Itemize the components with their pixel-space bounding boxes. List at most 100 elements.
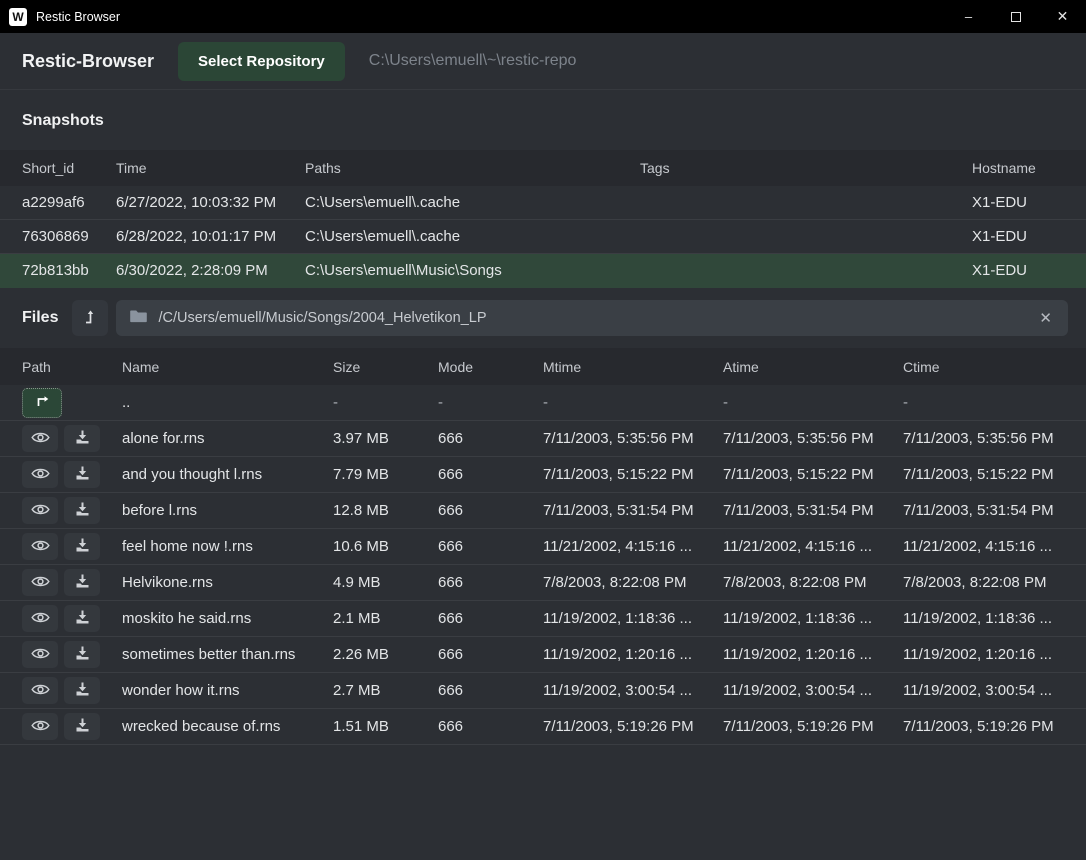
minimize-button[interactable]: –	[945, 0, 992, 33]
snapshots-table-body: a2299af6 6/27/2022, 10:03:32 PM C:\Users…	[0, 186, 1086, 288]
view-file-button[interactable]	[22, 605, 58, 632]
file-row[interactable]: moskito he said.rns 2.1 MB 666 11/19/200…	[0, 601, 1086, 637]
view-file-button[interactable]	[22, 569, 58, 596]
column-header-hostname: Hostname	[972, 160, 1070, 176]
download-icon	[75, 646, 90, 664]
eye-icon	[31, 719, 50, 735]
column-header-paths: Paths	[305, 160, 640, 176]
file-mtime: 11/21/2002, 4:15:16 ...	[543, 538, 723, 555]
column-header-name: Name	[122, 359, 333, 375]
file-mtime: 7/11/2003, 5:31:54 PM	[543, 502, 723, 519]
view-file-button[interactable]	[22, 533, 58, 560]
file-size: 10.6 MB	[333, 538, 438, 555]
file-size: -	[333, 394, 438, 411]
snapshots-table-header: Short_id Time Paths Tags Hostname	[0, 150, 1086, 186]
file-atime: 7/8/2003, 8:22:08 PM	[723, 574, 903, 591]
minimize-icon: –	[965, 9, 972, 24]
file-mtime: 7/11/2003, 5:35:56 PM	[543, 430, 723, 447]
download-file-button[interactable]	[64, 569, 100, 596]
eye-icon	[31, 683, 50, 699]
parent-directory-row[interactable]: .. - - - - -	[0, 385, 1086, 421]
go-to-parent-button[interactable]	[22, 388, 62, 418]
download-file-button[interactable]	[64, 497, 100, 524]
file-name: ..	[122, 394, 333, 411]
column-header-size: Size	[333, 359, 438, 375]
file-atime: 11/21/2002, 4:15:16 ...	[723, 538, 903, 555]
download-file-button[interactable]	[64, 713, 100, 740]
download-icon	[75, 538, 90, 556]
file-row[interactable]: alone for.rns 3.97 MB 666 7/11/2003, 5:3…	[0, 421, 1086, 457]
download-file-button[interactable]	[64, 461, 100, 488]
app-logo-icon: W	[9, 8, 27, 26]
folder-icon	[130, 309, 147, 328]
file-mode: 666	[438, 682, 543, 699]
eye-icon	[31, 647, 50, 663]
download-icon	[75, 610, 90, 628]
snapshot-row[interactable]: a2299af6 6/27/2022, 10:03:32 PM C:\Users…	[0, 186, 1086, 220]
files-table-header: Path Name Size Mode Mtime Atime Ctime	[0, 348, 1086, 385]
file-ctime: 7/11/2003, 5:35:56 PM	[903, 430, 1076, 447]
file-row[interactable]: wonder how it.rns 2.7 MB 666 11/19/2002,…	[0, 673, 1086, 709]
file-mode: 666	[438, 574, 543, 591]
download-file-button[interactable]	[64, 533, 100, 560]
download-icon	[75, 574, 90, 592]
file-name: wrecked because of.rns	[122, 718, 333, 735]
maximize-button[interactable]	[992, 0, 1039, 33]
view-file-button[interactable]	[22, 497, 58, 524]
select-repository-button[interactable]: Select Repository	[178, 42, 345, 81]
download-file-button[interactable]	[64, 425, 100, 452]
snapshot-paths: C:\Users\emuell\Music\Songs	[305, 262, 640, 279]
file-atime: 7/11/2003, 5:31:54 PM	[723, 502, 903, 519]
snapshot-time: 6/30/2022, 2:28:09 PM	[116, 262, 305, 279]
clear-path-button[interactable]: ✕	[1037, 309, 1054, 327]
eye-icon	[31, 611, 50, 627]
download-icon	[75, 466, 90, 484]
open-path-button[interactable]	[72, 300, 108, 336]
window-title: Restic Browser	[36, 10, 120, 24]
download-file-button[interactable]	[64, 677, 100, 704]
file-path-field[interactable]: ✕	[116, 300, 1068, 336]
close-button[interactable]: ✕	[1039, 0, 1086, 33]
view-file-button[interactable]	[22, 425, 58, 452]
file-mtime: 11/19/2002, 1:20:16 ...	[543, 646, 723, 663]
view-file-button[interactable]	[22, 677, 58, 704]
arrow-up-from-line-icon	[82, 309, 98, 328]
repository-path: C:\Users\emuell\~\restic-repo	[369, 52, 577, 70]
download-icon	[75, 718, 90, 736]
file-name: and you thought l.rns	[122, 466, 333, 483]
download-file-button[interactable]	[64, 641, 100, 668]
titlebar: W Restic Browser – ✕	[0, 0, 1086, 33]
file-mode: 666	[438, 466, 543, 483]
file-atime: 11/19/2002, 3:00:54 ...	[723, 682, 903, 699]
file-mtime: 11/19/2002, 3:00:54 ...	[543, 682, 723, 699]
download-file-button[interactable]	[64, 605, 100, 632]
file-row[interactable]: before l.rns 12.8 MB 666 7/11/2003, 5:31…	[0, 493, 1086, 529]
arrow-up-right-icon	[34, 393, 50, 412]
file-row[interactable]: feel home now !.rns 10.6 MB 666 11/21/20…	[0, 529, 1086, 565]
column-header-path: Path	[22, 359, 122, 375]
file-ctime: 11/19/2002, 1:20:16 ...	[903, 646, 1076, 663]
view-file-button[interactable]	[22, 713, 58, 740]
file-row[interactable]: wrecked because of.rns 1.51 MB 666 7/11/…	[0, 709, 1086, 745]
file-row[interactable]: and you thought l.rns 7.79 MB 666 7/11/2…	[0, 457, 1086, 493]
file-size: 7.79 MB	[333, 466, 438, 483]
snapshot-row[interactable]: 76306869 6/28/2022, 10:01:17 PM C:\Users…	[0, 220, 1086, 254]
file-mode: 666	[438, 538, 543, 555]
column-header-mode: Mode	[438, 359, 543, 375]
view-file-button[interactable]	[22, 641, 58, 668]
file-path-input[interactable]	[158, 310, 1026, 326]
file-row[interactable]: sometimes better than.rns 2.26 MB 666 11…	[0, 637, 1086, 673]
window-controls: – ✕	[945, 0, 1086, 33]
snapshot-paths: C:\Users\emuell\.cache	[305, 194, 640, 211]
file-name: Helvikone.rns	[122, 574, 333, 591]
file-row[interactable]: Helvikone.rns 4.9 MB 666 7/8/2003, 8:22:…	[0, 565, 1086, 601]
column-header-time: Time	[116, 160, 305, 176]
view-file-button[interactable]	[22, 461, 58, 488]
snapshot-hostname: X1-EDU	[972, 262, 1070, 279]
close-icon: ✕	[1057, 8, 1069, 25]
file-mtime: 7/11/2003, 5:19:26 PM	[543, 718, 723, 735]
column-header-atime: Atime	[723, 359, 903, 375]
file-mode: 666	[438, 502, 543, 519]
column-header-short-id: Short_id	[22, 160, 116, 176]
snapshot-row[interactable]: 72b813bb 6/30/2022, 2:28:09 PM C:\Users\…	[0, 254, 1086, 288]
